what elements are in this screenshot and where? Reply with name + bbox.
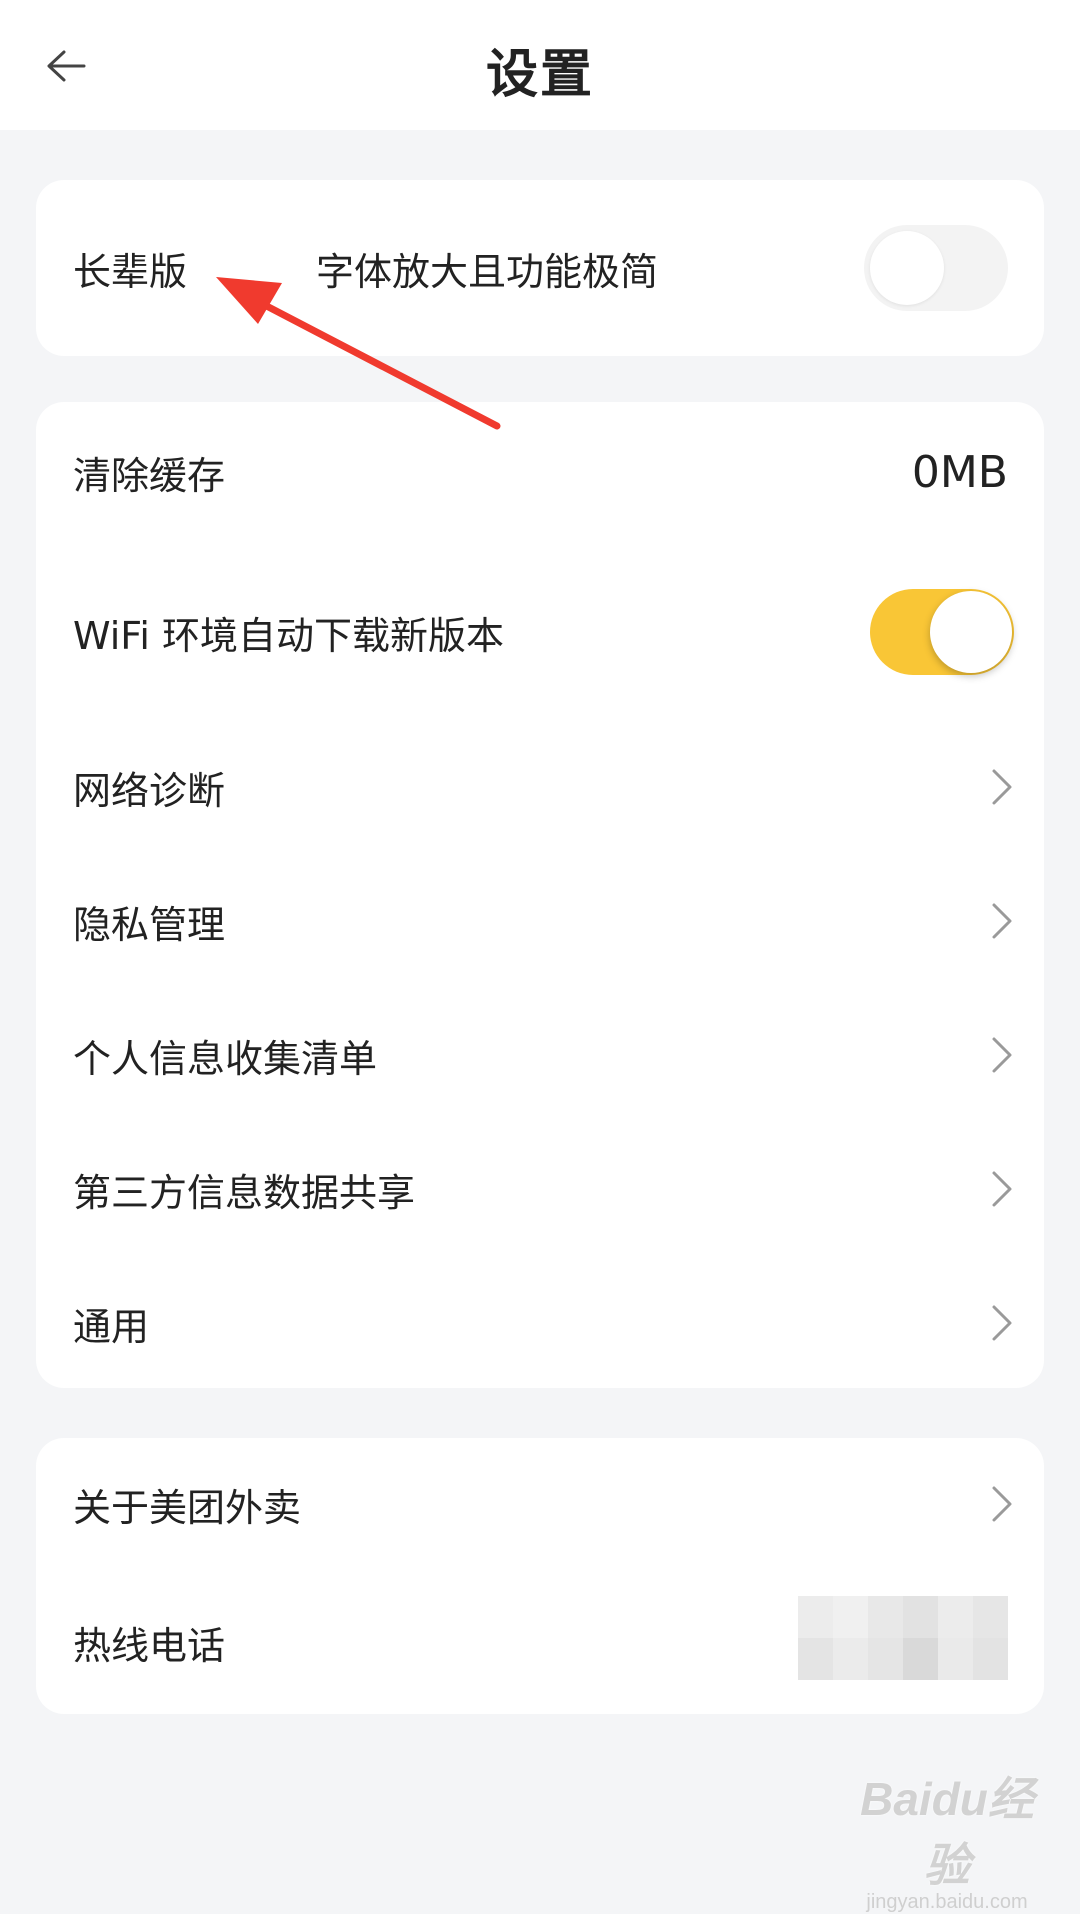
page-title: 设置 bbox=[485, 45, 594, 105]
network-diagnosis-row[interactable]: 网络诊断 bbox=[36, 727, 1044, 847]
wifi-update-label: WiFi 环境自动下载新版本 bbox=[73, 613, 505, 658]
about-label: 关于美团外卖 bbox=[73, 1485, 302, 1530]
third-party-sharing-row[interactable]: 第三方信息数据共享 bbox=[36, 1129, 1044, 1249]
top-bar: 设置 bbox=[0, 0, 1080, 130]
privacy-management-row[interactable]: 隐私管理 bbox=[36, 861, 1044, 981]
clear-cache-row[interactable]: 清除缓存 0MB bbox=[36, 412, 1044, 532]
cache-size-value: 0MB bbox=[911, 446, 1008, 498]
general-label: 通用 bbox=[73, 1304, 150, 1349]
personal-info-list-label: 个人信息收集清单 bbox=[73, 1036, 378, 1081]
baidu-watermark-logo: Baidu经验 jingyan.baidu.com bbox=[842, 1763, 1052, 1913]
elder-mode-toggle[interactable] bbox=[864, 225, 1008, 311]
toggle-knob bbox=[870, 231, 944, 305]
chevron-right-icon bbox=[990, 1484, 1014, 1524]
third-party-sharing-label: 第三方信息数据共享 bbox=[73, 1170, 416, 1215]
chevron-right-icon bbox=[990, 1035, 1014, 1075]
settings-card: 清除缓存 0MB WiFi 环境自动下载新版本 网络诊断 隐私管理 个人信息收集… bbox=[36, 402, 1044, 1388]
personal-info-list-row[interactable]: 个人信息收集清单 bbox=[36, 995, 1044, 1115]
hotline-label: 热线电话 bbox=[73, 1623, 226, 1668]
network-diagnosis-label: 网络诊断 bbox=[73, 768, 226, 813]
watermark-url: jingyan.baidu.com bbox=[866, 1891, 1028, 1913]
chevron-right-icon bbox=[990, 901, 1014, 941]
chevron-right-icon bbox=[990, 1303, 1014, 1343]
chevron-right-icon bbox=[990, 767, 1014, 807]
wifi-update-toggle[interactable] bbox=[870, 589, 1014, 675]
privacy-management-label: 隐私管理 bbox=[73, 902, 226, 947]
clear-cache-label: 清除缓存 bbox=[73, 453, 226, 498]
elder-mode-label: 长辈版 bbox=[73, 249, 188, 294]
general-row[interactable]: 通用 bbox=[36, 1263, 1044, 1383]
blurred-phone-number bbox=[798, 1596, 1008, 1680]
elder-mode-card: 长辈版 字体放大且功能极简 bbox=[36, 180, 1044, 356]
watermark-brand: Baidu经验 bbox=[860, 1773, 1034, 1891]
about-row[interactable]: 关于美团外卖 bbox=[36, 1444, 1044, 1564]
elder-mode-description: 字体放大且功能极简 bbox=[316, 249, 659, 294]
about-card: 关于美团外卖 热线电话 bbox=[36, 1438, 1044, 1714]
chevron-right-icon bbox=[990, 1169, 1014, 1209]
toggle-knob bbox=[930, 591, 1012, 673]
